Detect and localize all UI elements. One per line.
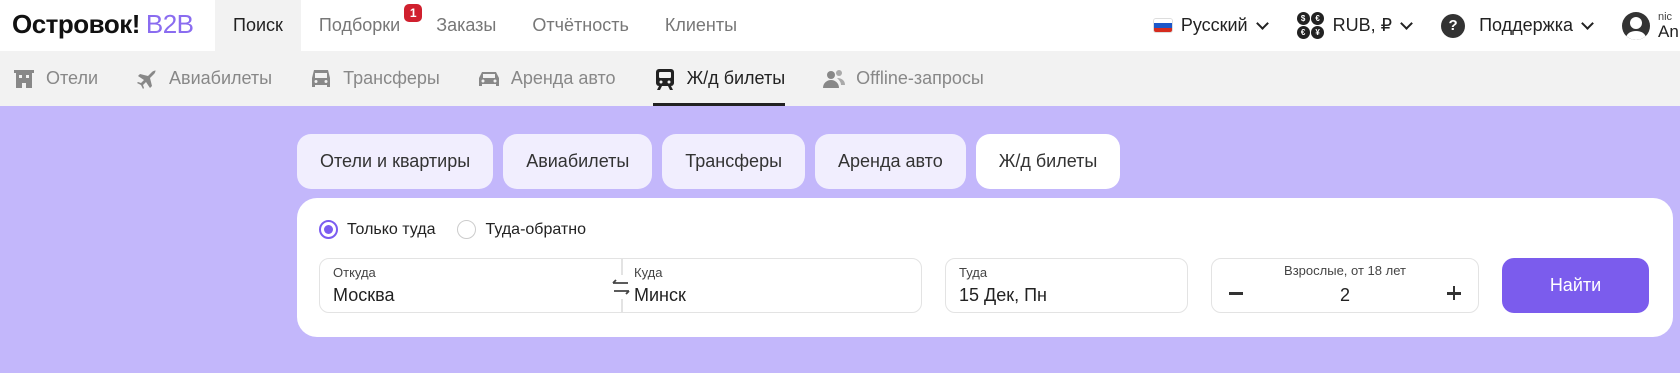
car-rental-icon [478, 71, 499, 86]
nav-clients-label: Клиенты [664, 15, 738, 35]
hotel-icon [14, 69, 34, 88]
top-right-controls: Русский $ € € ¥ RUB, ₽ ? Поддержка nic An [1152, 0, 1680, 51]
nav-reports-label: Отчётность [532, 15, 629, 35]
chevron-down-icon [1255, 16, 1269, 30]
tab-transfers[interactable]: Трансферы [662, 134, 806, 189]
nav-clients[interactable]: Клиенты [647, 0, 755, 51]
radio-one-way-dot[interactable] [319, 220, 338, 239]
subnav-flights[interactable]: Авиабилеты [135, 51, 272, 106]
help-icon: ? [1441, 13, 1472, 41]
currency-label: RUB, ₽ [1332, 15, 1393, 35]
subnav-trains[interactable]: Ж/д билеты [652, 51, 786, 106]
currency-selector[interactable]: $ € € ¥ RUB, ₽ [1296, 11, 1413, 40]
subnav-transfers[interactable]: Трансферы [309, 51, 440, 106]
nav-collections[interactable]: Подборки 1 [301, 0, 423, 51]
user-line-2: An [1658, 21, 1679, 41]
subnav-transfers-label: Трансферы [343, 68, 440, 88]
subnav-car-rental-label: Аренда авто [510, 68, 616, 88]
top-bar: Островок! B2B Поиск Подборки 1 Заказы Отч… [0, 0, 1680, 51]
passengers-field: Взрослые, от 18 лет 2 [1211, 258, 1479, 313]
radio-one-way[interactable]: Только туда [319, 220, 435, 239]
nav-reports[interactable]: Отчётность [514, 0, 646, 51]
subnav-offline[interactable]: Offline-запросы [822, 51, 984, 106]
from-label: Откуда [333, 265, 376, 280]
find-button[interactable]: Найти [1502, 258, 1649, 313]
plus-icon[interactable] [1442, 281, 1466, 305]
radio-round-trip-label: Туда-обратно [485, 220, 586, 238]
language-selector[interactable]: Русский [1152, 15, 1269, 36]
search-form: Только туда Туда-обратно Откуда Москва К… [297, 198, 1673, 337]
nav-search-label: Поиск [233, 15, 283, 35]
passengers-count: 2 [1339, 285, 1350, 305]
logo-main: Островок! [12, 9, 140, 39]
car-icon [312, 69, 331, 87]
date-label: Туда [959, 265, 988, 280]
avatar [1622, 11, 1650, 40]
tab-car-rental[interactable]: Аренда авто [815, 134, 966, 189]
from-input[interactable]: Москва [333, 285, 394, 306]
tab-hotels[interactable]: Отели и квартиры [297, 134, 494, 189]
to-input[interactable]: Минск [634, 285, 686, 306]
chevron-down-icon [1400, 16, 1413, 30]
subnav-hotels[interactable]: Отели [12, 51, 98, 106]
subnav-flights-label: Авиабилеты [169, 68, 273, 88]
logo[interactable]: Островок! B2B [12, 9, 194, 40]
tab-flights[interactable]: Авиабилеты [503, 134, 653, 189]
subnav-offline-label: Offline-запросы [856, 68, 984, 88]
user-line-1: nic [1658, 10, 1673, 23]
russia-flag-icon [1152, 18, 1173, 33]
subnav-trains-label: Ж/д билеты [686, 68, 786, 88]
support-label: Поддержка [1479, 15, 1573, 35]
search-tabs: Отели и квартиры Авиабилеты Трансферы Ар… [297, 134, 1121, 189]
user-name: nic An [1658, 11, 1679, 41]
subnav-hotels-label: Отели [46, 68, 99, 88]
swap-icon[interactable] [609, 275, 633, 299]
radio-one-way-label: Только туда [347, 220, 436, 238]
support-menu[interactable]: ? Поддержка [1441, 13, 1594, 41]
date-field[interactable]: Туда 15 Дек, Пн [945, 258, 1188, 313]
date-input[interactable]: 15 Дек, Пн [959, 285, 1047, 306]
main-nav: Поиск Подборки 1 Заказы Отчётность Клиент… [215, 0, 755, 51]
product-nav: Отели Авиабилеты Трансферы Аренда авто Ж… [0, 51, 1680, 106]
train-icon [655, 68, 674, 90]
nav-orders-label: Заказы [436, 15, 497, 35]
subnav-car-rental[interactable]: Аренда авто [477, 51, 616, 106]
passengers-label: Взрослые, от 18 лет [1284, 263, 1406, 278]
currency-icon: $ € € ¥ [1296, 11, 1325, 40]
logo-suffix: B2B [145, 9, 194, 39]
to-label: Куда [634, 265, 663, 280]
tab-trains[interactable]: Ж/д билеты [975, 134, 1121, 189]
language-label: Русский [1180, 15, 1248, 35]
nav-collections-label: Подборки [318, 15, 401, 35]
nav-orders[interactable]: Заказы [418, 0, 514, 51]
users-icon [823, 69, 846, 88]
chevron-down-icon [1581, 16, 1594, 30]
plane-icon [137, 69, 157, 89]
route-field: Откуда Москва Куда Минск [319, 258, 922, 313]
user-menu[interactable]: nic An [1622, 11, 1680, 41]
nav-search[interactable]: Поиск [215, 0, 301, 51]
trip-type: Только туда Туда-обратно [319, 220, 586, 239]
radio-round-trip-dot[interactable] [457, 220, 477, 239]
radio-round-trip[interactable]: Туда-обратно [457, 220, 586, 239]
